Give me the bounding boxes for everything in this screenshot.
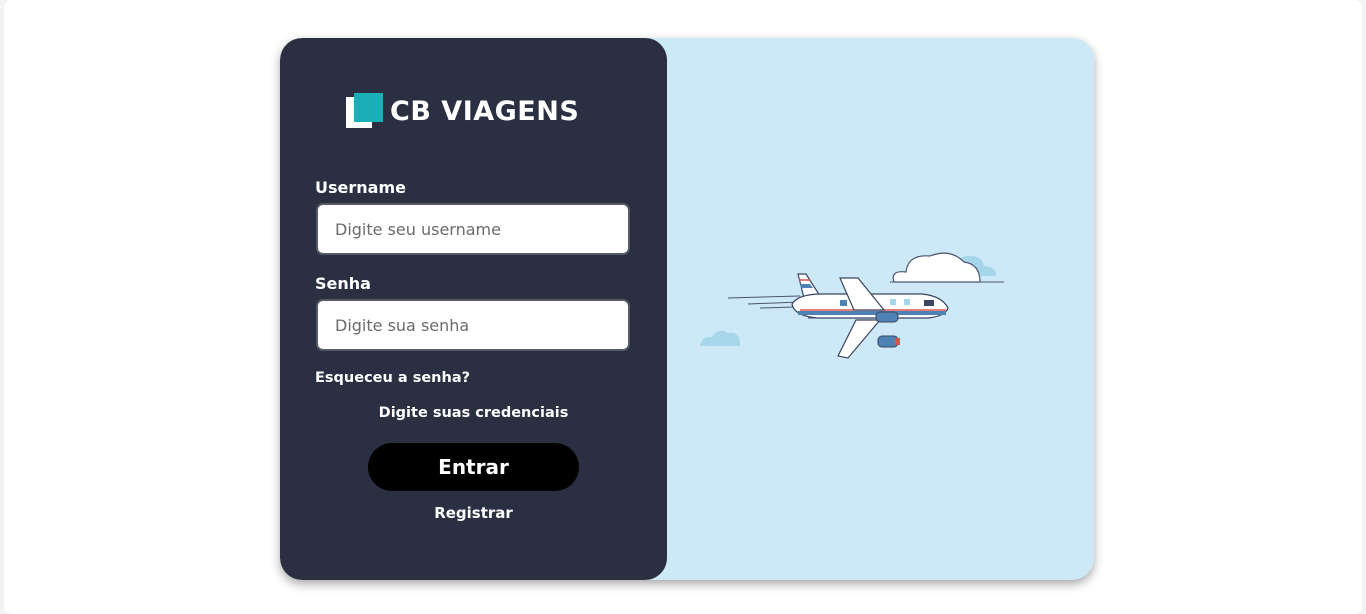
login-button[interactable]: Entrar	[368, 443, 579, 491]
register-link[interactable]: Registrar	[280, 504, 667, 522]
credentials-hint: Digite suas credenciais	[378, 405, 569, 421]
brand-name: CB VIAGENS	[390, 95, 580, 127]
brand-logo: CB VIAGENS	[346, 93, 579, 129]
forgot-password-link[interactable]: Esqueceu a senha?	[315, 370, 470, 386]
username-label: Username	[315, 178, 406, 197]
login-card: CB VIAGENS Username Senha Esqueceu a sen…	[280, 38, 1094, 580]
username-input[interactable]	[316, 203, 630, 255]
password-input[interactable]	[316, 299, 630, 351]
airplane-with-clouds-icon	[700, 252, 1004, 359]
password-label: Senha	[315, 274, 371, 293]
page-background: CB VIAGENS Username Senha Esqueceu a sen…	[4, 0, 1362, 614]
brand-logo-icon	[346, 93, 384, 129]
login-panel: CB VIAGENS Username Senha Esqueceu a sen…	[280, 38, 667, 580]
